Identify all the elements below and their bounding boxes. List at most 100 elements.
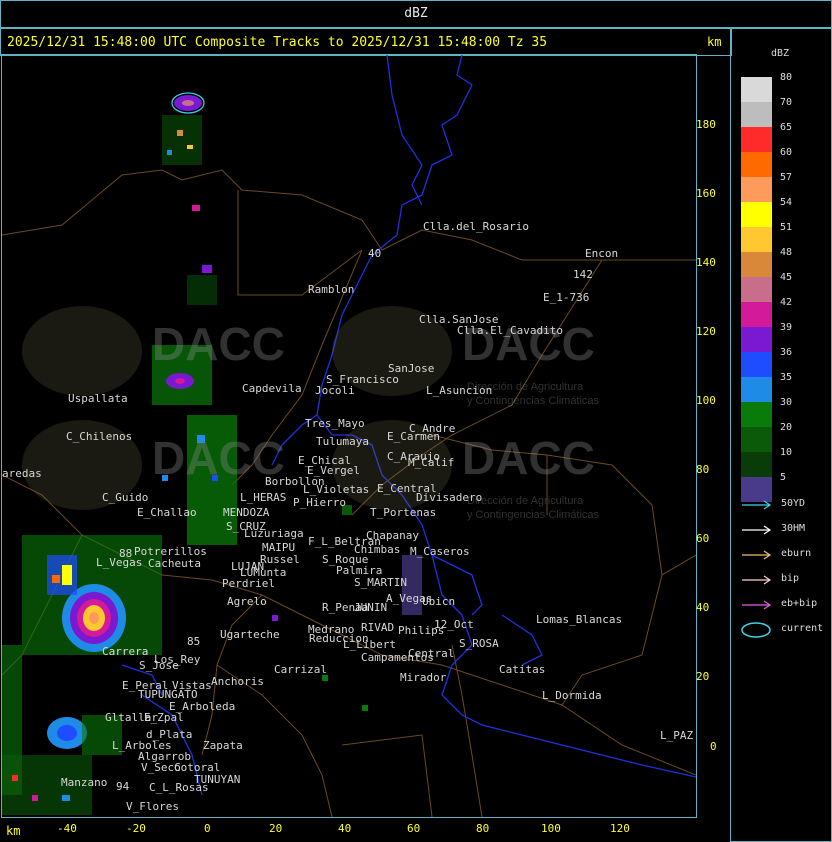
radar-title: 2025/12/31 15:48:00 UTC Composite Tracks… xyxy=(7,35,548,50)
legend-swatch xyxy=(741,402,772,427)
current-ellipse-icon xyxy=(741,622,771,638)
track-arrow-icon xyxy=(742,550,772,560)
place-label: 85 xyxy=(187,635,201,648)
y-tick: 40 xyxy=(696,601,710,614)
place-label: V_Seco xyxy=(141,761,181,774)
legend-title: dBZ xyxy=(771,48,790,59)
place-label: M_Caseros xyxy=(410,545,470,558)
place-label: L_Asuncion xyxy=(426,384,493,397)
place-label: SanJose xyxy=(388,362,435,375)
place-label: Uspallata xyxy=(68,392,128,405)
place-label: Ramblon xyxy=(308,283,355,296)
radar-map[interactable]: DACC DACC DACC DACC Dirección de Agricul… xyxy=(1,54,697,818)
place-label: JUNIN xyxy=(354,601,388,614)
place-label: aredas xyxy=(2,467,42,480)
place-label: Los_Rey xyxy=(154,653,201,666)
place-label: Tres_Mayo xyxy=(305,417,365,430)
watermark-sub-4a: Dirección de Agricultura xyxy=(467,495,584,507)
legend-swatch xyxy=(741,377,772,402)
legend-swatch xyxy=(741,302,772,327)
place-label: d_Plata xyxy=(146,728,193,741)
track-arrow-icon xyxy=(742,575,772,585)
place-label: 12_Oct xyxy=(434,618,474,631)
place-label: E_Carmen xyxy=(387,430,440,443)
place-label: E_Zpal xyxy=(144,711,184,724)
x-tick: 0 xyxy=(204,822,211,835)
y-tick: 80 xyxy=(696,463,710,476)
track-legend-label: current xyxy=(781,623,824,634)
place-label: C_Guido xyxy=(102,491,149,504)
legend-swatch-label: 80 xyxy=(780,72,793,83)
legend-swatch xyxy=(741,177,772,202)
place-label: E_Challao xyxy=(137,506,197,519)
legend-swatch-label: 20 xyxy=(780,422,793,433)
legend-swatch xyxy=(741,427,772,452)
watermark-sub-4b: y Contingencias Climáticas xyxy=(467,509,600,521)
legend-swatch xyxy=(741,127,772,152)
legend-swatch-label: 60 xyxy=(780,147,793,158)
place-label: T_Portenas xyxy=(370,506,437,519)
place-label: Zapata xyxy=(203,739,243,752)
legend-swatch-label: 42 xyxy=(780,297,793,308)
product-label: dBZ xyxy=(404,6,428,21)
place-label: MENDOZA xyxy=(223,506,270,519)
y-tick: 60 xyxy=(696,532,710,545)
place-label: Manzano xyxy=(61,776,108,789)
place-label: P_Hierro xyxy=(293,496,346,509)
legend-swatch xyxy=(741,252,772,277)
x-tick: -20 xyxy=(126,822,146,835)
place-label: S_MARTIN xyxy=(354,576,407,589)
track-legend-label: bip xyxy=(781,573,800,584)
place-label: Agrelo xyxy=(227,595,267,608)
track-legend-label: eburn xyxy=(781,548,812,559)
place-label: L_PAZ xyxy=(660,729,694,742)
place-label: Anchoris xyxy=(211,675,264,688)
top-bar: dBZ xyxy=(0,0,832,28)
place-label: 142 xyxy=(573,268,593,281)
place-label: Carrizal xyxy=(274,663,327,676)
track-legend-label: 30HM xyxy=(781,523,806,534)
place-label: Russel xyxy=(260,553,300,566)
track-legend-label: 50YD xyxy=(781,498,806,509)
place-label: Capdevila xyxy=(242,382,302,395)
place-label: E_1-736 xyxy=(543,291,590,304)
place-label: L_Dormida xyxy=(542,689,602,702)
x-tick: 40 xyxy=(338,822,352,835)
place-label: L_Violetas xyxy=(303,483,370,496)
track-arrow-icon xyxy=(742,600,772,610)
place-label: 40 xyxy=(368,247,382,260)
place-label: Ugarteche xyxy=(220,628,280,641)
place-label: C_L_Rosas xyxy=(149,781,209,794)
x-tick: -40 xyxy=(57,822,77,835)
legend-swatch xyxy=(741,452,772,477)
place-label: L_HERAS xyxy=(240,491,287,504)
legend-swatch xyxy=(741,152,772,177)
place-label: Cacheuta xyxy=(148,557,201,570)
place-label: M_Calif xyxy=(408,456,455,469)
place-label: Catitas xyxy=(499,663,546,676)
place-label: C_Chilenos xyxy=(66,430,133,443)
place-label: V_Flores xyxy=(126,800,179,813)
legend-swatch-label: 30 xyxy=(780,397,793,408)
place-label: Ubicn xyxy=(422,595,456,608)
place-label: Encon xyxy=(585,247,619,260)
unit-label-top: km xyxy=(707,35,722,49)
legend-swatch-label: 51 xyxy=(780,222,793,233)
place-label: Clla.del_Rosario xyxy=(423,220,529,233)
x-tick: 120 xyxy=(610,822,630,835)
y-tick: 160 xyxy=(696,187,716,200)
x-tick: 60 xyxy=(407,822,421,835)
place-label: S_ROSA xyxy=(459,637,499,650)
place-label: Jocoli xyxy=(315,384,355,397)
place-label: Tulumaya xyxy=(316,435,369,448)
place-label: Perdriel xyxy=(222,577,275,590)
watermark-brand-1: DACC xyxy=(152,318,285,370)
place-label: Central xyxy=(408,647,455,660)
unit-label-bottom: km xyxy=(6,824,21,838)
place-label: L_Libert xyxy=(343,638,396,651)
track-legend-label: eb+bip xyxy=(781,598,818,609)
legend-swatch-label: 54 xyxy=(780,197,793,208)
legend-swatch-label: 35 xyxy=(780,372,793,383)
x-tick: 100 xyxy=(541,822,561,835)
place-label: Chapanay xyxy=(366,529,419,542)
